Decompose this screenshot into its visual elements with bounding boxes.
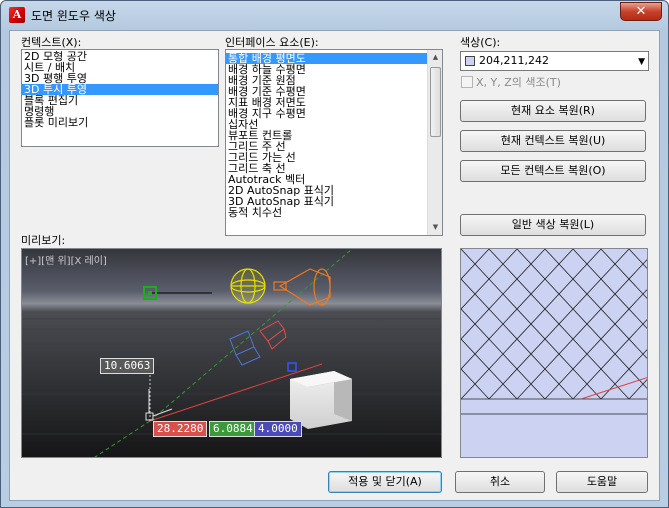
preview-label: 미리보기:: [21, 234, 66, 247]
preview-3d-viewport: [+][맨 위][X 레이] 10.6063 28.2280 6.0884 4.…: [21, 248, 442, 458]
light-sphere: [230, 268, 266, 304]
coord-x-readout: 28.2280: [153, 421, 208, 437]
dimension-value-label: 10.6063: [100, 358, 155, 374]
coord-z-readout: 4.0000: [254, 421, 302, 437]
list-item[interactable]: 플롯 미리보기: [22, 117, 218, 128]
xyz-tint-label: X, Y, Z의 색조(T): [476, 76, 561, 89]
restore-current-element-button[interactable]: 현재 요소 복원(R): [460, 100, 646, 122]
xyz-tint-checkbox-row[interactable]: X, Y, Z의 색조(T): [461, 74, 561, 90]
sky-grid-scene: [461, 249, 647, 415]
coord-y-readout: 6.0884: [209, 421, 257, 437]
color-swatch: [465, 56, 475, 66]
apply-and-close-button[interactable]: 적용 및 닫기(A): [328, 471, 442, 493]
list-item[interactable]: 동적 치수선: [226, 207, 428, 218]
color-label: 색상(C):: [460, 36, 501, 49]
scroll-thumb[interactable]: [430, 67, 441, 137]
help-button[interactable]: 도움말: [556, 471, 648, 493]
viewport-controls-label: [+][맨 위][X 레이]: [25, 256, 107, 267]
interface-element-list: 통합 배경 평면도 배경 하늘 수평면 배경 기준 원점 배경 기준 수평면 지표 배경…: [226, 50, 428, 218]
title-bar[interactable]: A 도면 윈도우 색상 ✕: [1, 1, 668, 29]
context-listbox[interactable]: 2D 모형 공간 시트 / 배치 3D 평행 투영 3D 투시 투영 블록 편집기 명령행…: [21, 49, 219, 147]
restore-classic-colors-button[interactable]: 일반 색상 복원(L): [460, 214, 646, 236]
context-list: 2D 모형 공간 시트 / 배치 3D 평행 투영 3D 투시 투영 블록 편집기 명령행…: [22, 50, 218, 128]
interface-element-listbox[interactable]: 통합 배경 평면도 배경 하늘 수평면 배경 기준 원점 배경 기준 수평면 지표 배경…: [225, 49, 443, 236]
scroll-up-arrow-icon[interactable]: ▲: [428, 50, 442, 65]
preview-sky-viewport: [460, 248, 648, 458]
restore-all-contexts-button[interactable]: 모든 컨텍스트 복원(O): [460, 160, 646, 182]
context-label: 컨텍스트(X):: [21, 36, 82, 49]
cancel-button[interactable]: 취소: [455, 471, 545, 493]
dropdown-arrow-icon[interactable]: ▼: [638, 57, 645, 67]
dialog-window: A 도면 윈도우 색상 ✕ 컨텍스트(X): 2D 모형 공간 시트 / 배치 3D…: [0, 0, 669, 508]
xyz-tint-checkbox[interactable]: [461, 76, 473, 88]
scroll-down-arrow-icon[interactable]: ▼: [428, 220, 442, 235]
close-button[interactable]: ✕: [620, 2, 662, 21]
color-value: 204,211,242: [479, 54, 549, 67]
window-title: 도면 윈도우 색상: [31, 9, 116, 23]
interface-element-label: 인터페이스 요소(E):: [225, 36, 319, 49]
color-dropdown[interactable]: 204,211,242 ▼: [460, 51, 649, 71]
dialog-client-area: 컨텍스트(X): 2D 모형 공간 시트 / 배치 3D 평행 투영 3D 투시 투영…: [9, 30, 660, 501]
restore-current-context-button[interactable]: 현재 컨텍스트 복원(U): [460, 130, 646, 152]
autocad-app-icon: A: [9, 7, 25, 23]
interface-list-scrollbar[interactable]: ▲ ▼: [427, 50, 442, 235]
